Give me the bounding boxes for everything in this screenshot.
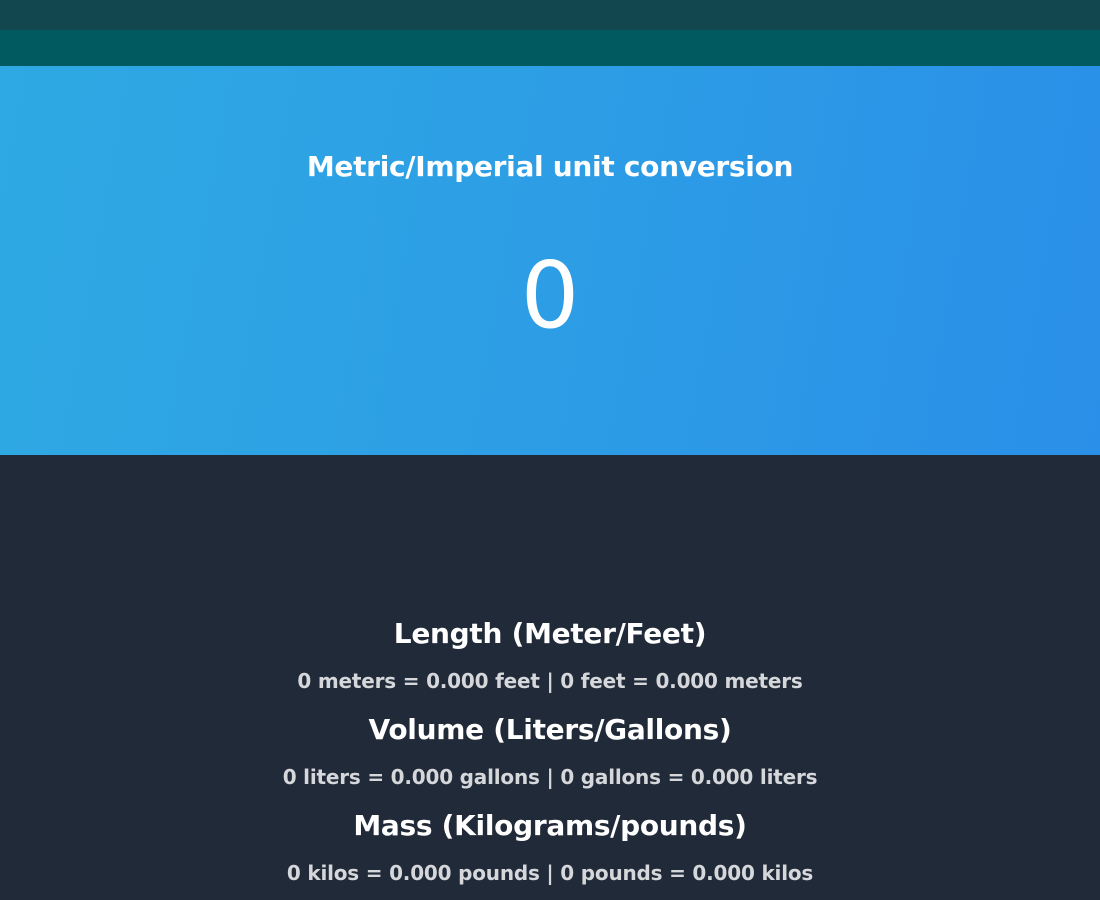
value-input[interactable] bbox=[350, 246, 750, 346]
volume-section-title: Volume (Liters/Gallons) bbox=[368, 713, 732, 746]
volume-result: 0 liters = 0.000 gallons | 0 gallons = 0… bbox=[282, 765, 818, 789]
conversion-results: Length (Meter/Feet) 0 meters = 0.000 fee… bbox=[0, 455, 1100, 900]
mass-section-title: Mass (Kilograms/pounds) bbox=[353, 809, 747, 842]
mass-result: 0 kilos = 0.000 pounds | 0 pounds = 0.00… bbox=[286, 861, 814, 885]
length-section-title: Length (Meter/Feet) bbox=[393, 617, 707, 650]
page-title: Metric/Imperial unit conversion bbox=[306, 150, 794, 183]
top-bar-secondary bbox=[0, 30, 1100, 66]
hero-banner: Metric/Imperial unit conversion bbox=[0, 66, 1100, 455]
length-result: 0 meters = 0.000 feet | 0 feet = 0.000 m… bbox=[297, 669, 803, 693]
top-bar bbox=[0, 0, 1100, 30]
